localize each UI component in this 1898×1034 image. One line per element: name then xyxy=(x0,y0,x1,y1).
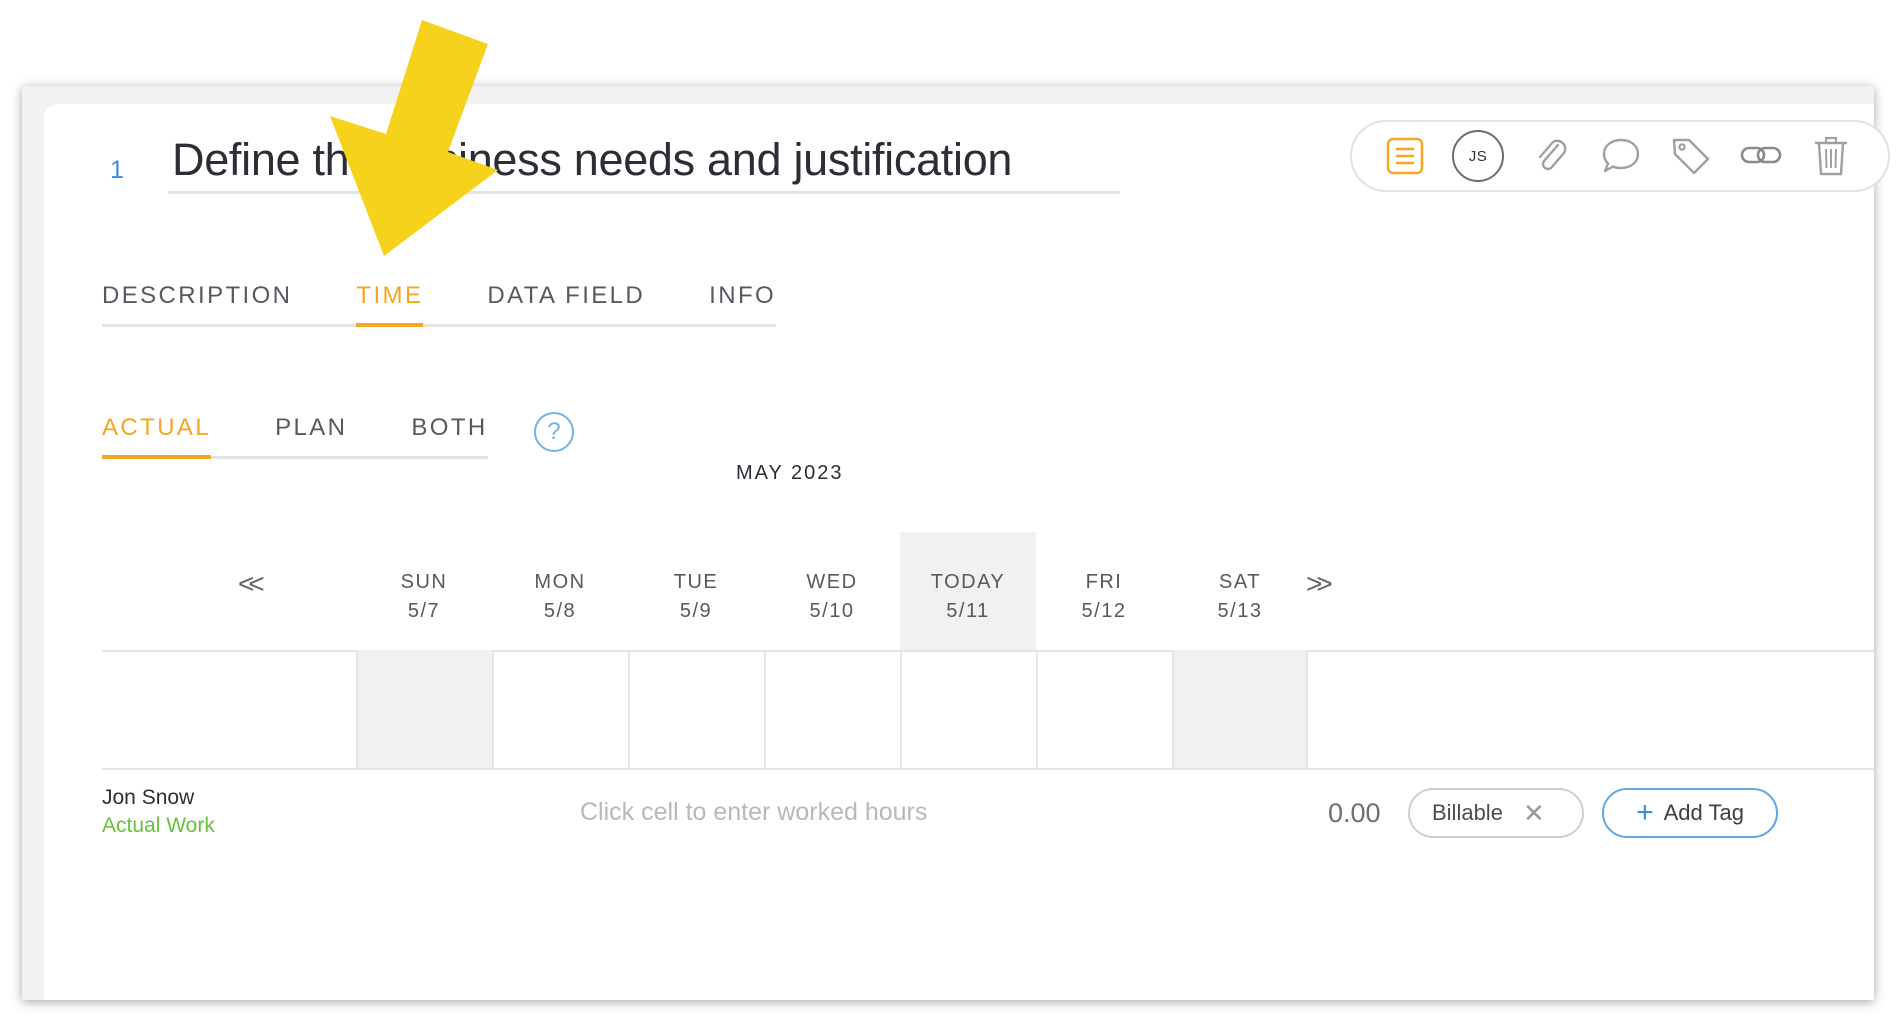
trash-icon[interactable] xyxy=(1808,133,1854,179)
day-date: 5/12 xyxy=(1081,600,1127,622)
day-name: SAT xyxy=(1219,571,1261,593)
day-name: TUE xyxy=(673,571,719,593)
day-header-today: TODAY 5/11 xyxy=(900,532,1036,650)
day-date: 5/13 xyxy=(1217,600,1263,622)
day-name: WED xyxy=(806,571,858,593)
avatar[interactable]: JS xyxy=(1452,130,1504,182)
task-toolbar: JS xyxy=(1350,120,1890,192)
tag-icon[interactable] xyxy=(1668,133,1714,179)
row-divider-bottom xyxy=(102,768,1874,770)
subtab-plan[interactable]: PLAN xyxy=(275,406,347,456)
day-name: MON xyxy=(534,571,586,593)
day-name: FRI xyxy=(1085,571,1123,593)
hours-cell-tue[interactable] xyxy=(628,650,764,768)
hours-cell-wed[interactable] xyxy=(764,650,900,768)
task-tabs: DESCRIPTION TIME DATA FIELD INFO xyxy=(102,274,777,327)
day-date: 5/8 xyxy=(543,600,577,622)
remove-tag-icon[interactable]: ✕ xyxy=(1523,798,1545,829)
day-header-sun: SUN 5/7 xyxy=(356,532,492,650)
tab-description[interactable]: DESCRIPTION xyxy=(102,274,292,324)
plus-icon: + xyxy=(1636,796,1654,829)
next-week-button[interactable]: >> xyxy=(1306,568,1333,600)
time-mode-tabs: ACTUAL PLAN BOTH xyxy=(102,406,488,459)
hours-cell-sun[interactable] xyxy=(356,650,492,768)
hours-cell-fri[interactable] xyxy=(1036,650,1172,768)
hours-total: 0.00 xyxy=(1328,798,1381,828)
tab-data-field[interactable]: DATA FIELD xyxy=(487,274,645,324)
tab-time[interactable]: TIME xyxy=(356,274,424,327)
list-icon[interactable] xyxy=(1382,133,1428,179)
day-date: 5/7 xyxy=(407,600,441,622)
paperclip-icon[interactable] xyxy=(1528,133,1574,179)
day-date: 5/11 xyxy=(946,600,990,622)
cell-hint-text: Click cell to enter worked hours xyxy=(580,798,928,826)
billable-label: Billable xyxy=(1432,800,1503,825)
link-icon[interactable] xyxy=(1738,133,1784,179)
day-header-tue: TUE 5/9 xyxy=(628,532,764,650)
month-label: MAY 2023 xyxy=(736,462,844,484)
work-type-label: Actual Work xyxy=(102,814,215,837)
billable-tag[interactable]: Billable ✕ xyxy=(1408,788,1584,838)
subtab-actual[interactable]: ACTUAL xyxy=(102,406,212,459)
subtab-both[interactable]: BOTH xyxy=(411,406,487,456)
assignee-name: Jon Snow xyxy=(102,786,195,809)
hours-cell-mon[interactable] xyxy=(492,650,628,768)
day-name: TODAY xyxy=(930,571,1006,593)
previous-week-button[interactable]: << xyxy=(238,568,265,600)
day-date: 5/9 xyxy=(679,600,713,622)
tab-info[interactable]: INFO xyxy=(709,274,776,324)
day-header-mon: MON 5/8 xyxy=(492,532,628,650)
day-header-fri: FRI 5/12 xyxy=(1036,532,1172,650)
comment-icon[interactable] xyxy=(1598,133,1644,179)
add-tag-button[interactable]: + Add Tag xyxy=(1602,788,1778,838)
task-number: 1 xyxy=(110,156,124,184)
day-header-sat: SAT 5/13 xyxy=(1172,532,1308,650)
help-icon[interactable]: ? xyxy=(534,412,574,452)
hours-cell-sat[interactable] xyxy=(1172,650,1308,768)
day-header-wed: WED 5/10 xyxy=(764,532,900,650)
hours-cell-today[interactable] xyxy=(900,650,1036,768)
day-name: SUN xyxy=(400,571,448,593)
add-tag-label: Add Tag xyxy=(1663,800,1744,825)
callout-arrow-icon xyxy=(330,20,498,256)
day-date: 5/10 xyxy=(809,600,855,622)
